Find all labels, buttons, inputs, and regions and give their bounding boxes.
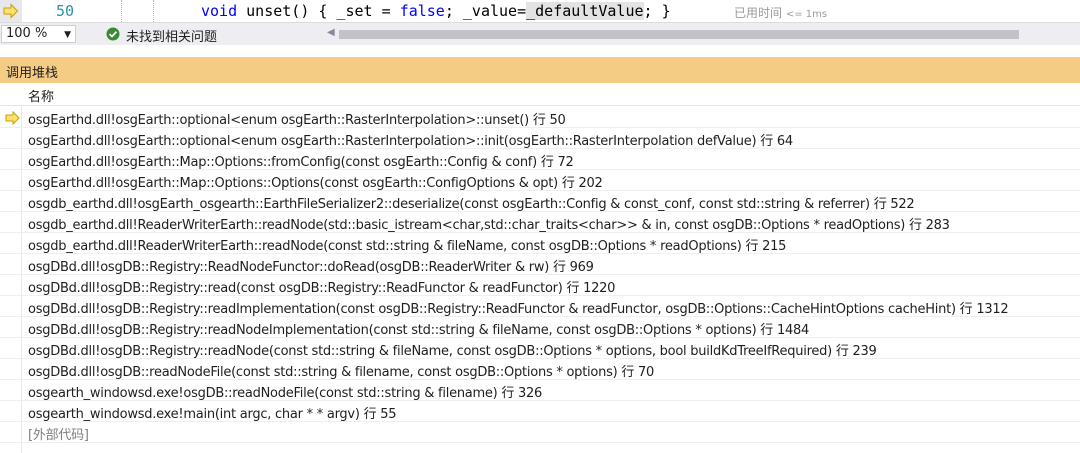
call-stack-row[interactable]: osgDBd.dll!osgDB::Registry::ReadNodeFunc… <box>0 254 1080 275</box>
frame-text: osgDBd.dll!osgDB::Registry::readNodeImpl… <box>28 323 810 338</box>
code-segment: ; } <box>643 2 671 20</box>
frame-text: osgdb_earthd.dll!ReaderWriterEarth::read… <box>28 218 950 233</box>
zoom-value: 100 % <box>6 26 48 41</box>
execution-pointer-icon <box>5 111 20 125</box>
execution-pointer-icon <box>3 3 19 19</box>
frame-text: osgearth_windowsd.exe!osgDB::readNodeFil… <box>28 386 543 401</box>
call-stack-row[interactable]: osgdb_earthd.dll!ReaderWriterEarth::read… <box>0 233 1080 254</box>
check-circle-icon <box>106 27 120 41</box>
code-editor-line[interactable]: 50 void unset() { _set = false; _value=_… <box>0 0 1080 22</box>
panel-title: 调用堆栈 <box>6 66 59 81</box>
frame-text: osgEarthd.dll!osgEarth::optional<enum os… <box>28 113 566 128</box>
code-keyword: false <box>399 2 445 20</box>
chevron-down-icon[interactable]: ▼ <box>64 27 71 43</box>
call-stack-title-bar[interactable]: 调用堆栈 <box>0 57 1080 83</box>
frame-text: osgDBd.dll!osgDB::Registry::ReadNodeFunc… <box>28 260 594 275</box>
frame-text: osgDBd.dll!osgDB::Registry::read(const o… <box>28 281 616 296</box>
indent-guide <box>153 0 154 22</box>
call-stack-row[interactable]: osgEarthd.dll!osgEarth::Map::Options::fr… <box>0 149 1080 170</box>
external-code-row[interactable]: [外部代码] <box>0 422 1080 443</box>
code-segment: ; _value= <box>444 2 527 20</box>
editor-status-bar: 100 % ▼ 未找到相关问题 ◀ <box>0 22 1080 45</box>
frame-text: osgdb_earthd.dll!ReaderWriterEarth::read… <box>28 239 787 254</box>
frame-text: osgdb_earthd.dll!osgEarth_osgearth::Eart… <box>28 197 915 212</box>
line-number: 50 <box>55 2 74 20</box>
column-header: 名称 <box>0 84 1080 106</box>
frame-text: osgDBd.dll!osgDB::readNodeFile(const std… <box>28 365 654 380</box>
zoom-select[interactable]: 100 % ▼ <box>1 25 76 43</box>
breakpoint-margin[interactable] <box>0 0 22 22</box>
call-stack-row[interactable]: osgDBd.dll!osgDB::Registry::readNode(con… <box>0 338 1080 359</box>
scroll-left-icon[interactable]: ◀ <box>327 27 335 38</box>
code-keyword: void <box>201 2 238 20</box>
frame-text: osgearth_windowsd.exe!main(int argc, cha… <box>28 407 397 422</box>
call-stack-row[interactable]: osgearth_windowsd.exe!osgDB::readNodeFil… <box>0 380 1080 401</box>
elapsed-value: <= 1ms <box>785 9 828 20</box>
frame-text: [外部代码] <box>28 428 89 443</box>
call-stack-list: osgEarthd.dll!osgEarth::optional<enum os… <box>0 107 1080 443</box>
column-header-name[interactable]: 名称 <box>28 86 54 105</box>
highlighted-symbol[interactable]: _defaultValue <box>526 2 644 20</box>
call-stack-row[interactable]: osgDBd.dll!osgDB::Registry::readImplemen… <box>0 296 1080 317</box>
call-stack-row[interactable]: osgDBd.dll!osgDB::Registry::read(const o… <box>0 275 1080 296</box>
call-stack-row[interactable]: osgearth_windowsd.exe!main(int argc, cha… <box>0 401 1080 422</box>
call-stack-row[interactable]: osgEarthd.dll!osgEarth::optional<enum os… <box>0 128 1080 149</box>
call-stack-row[interactable]: osgdb_earthd.dll!ReaderWriterEarth::read… <box>0 212 1080 233</box>
frame-text: osgEarthd.dll!osgEarth::optional<enum os… <box>28 134 793 149</box>
code-segment: unset() { _set = <box>237 2 400 20</box>
frame-text: osgDBd.dll!osgDB::Registry::readNode(con… <box>28 344 877 359</box>
elapsed-label: 已用时间 <box>734 6 783 20</box>
code-text[interactable]: void unset() { _set = false; _value=_def… <box>201 0 671 22</box>
frame-text: osgDBd.dll!osgDB::Registry::readImplemen… <box>28 302 1009 317</box>
frame-text: osgEarthd.dll!osgEarth::Map::Options::Op… <box>28 176 603 191</box>
frame-text: osgEarthd.dll!osgEarth::Map::Options::fr… <box>28 155 574 170</box>
call-stack-row[interactable]: osgEarthd.dll!osgEarth::Map::Options::Op… <box>0 170 1080 191</box>
issues-status[interactable]: 未找到相关问题 <box>126 26 217 45</box>
call-stack-row[interactable]: osgDBd.dll!osgDB::Registry::readNodeImpl… <box>0 317 1080 338</box>
perf-tip[interactable]: 已用时间 <= 1ms <box>734 4 827 21</box>
call-stack-row[interactable]: osgEarthd.dll!osgEarth::optional<enum os… <box>0 107 1080 128</box>
call-stack-row[interactable]: osgDBd.dll!osgDB::readNodeFile(const std… <box>0 359 1080 380</box>
indent-guide <box>121 0 122 22</box>
horizontal-scrollbar[interactable] <box>339 30 1019 39</box>
call-stack-row[interactable]: osgdb_earthd.dll!osgEarth_osgearth::Eart… <box>0 191 1080 212</box>
